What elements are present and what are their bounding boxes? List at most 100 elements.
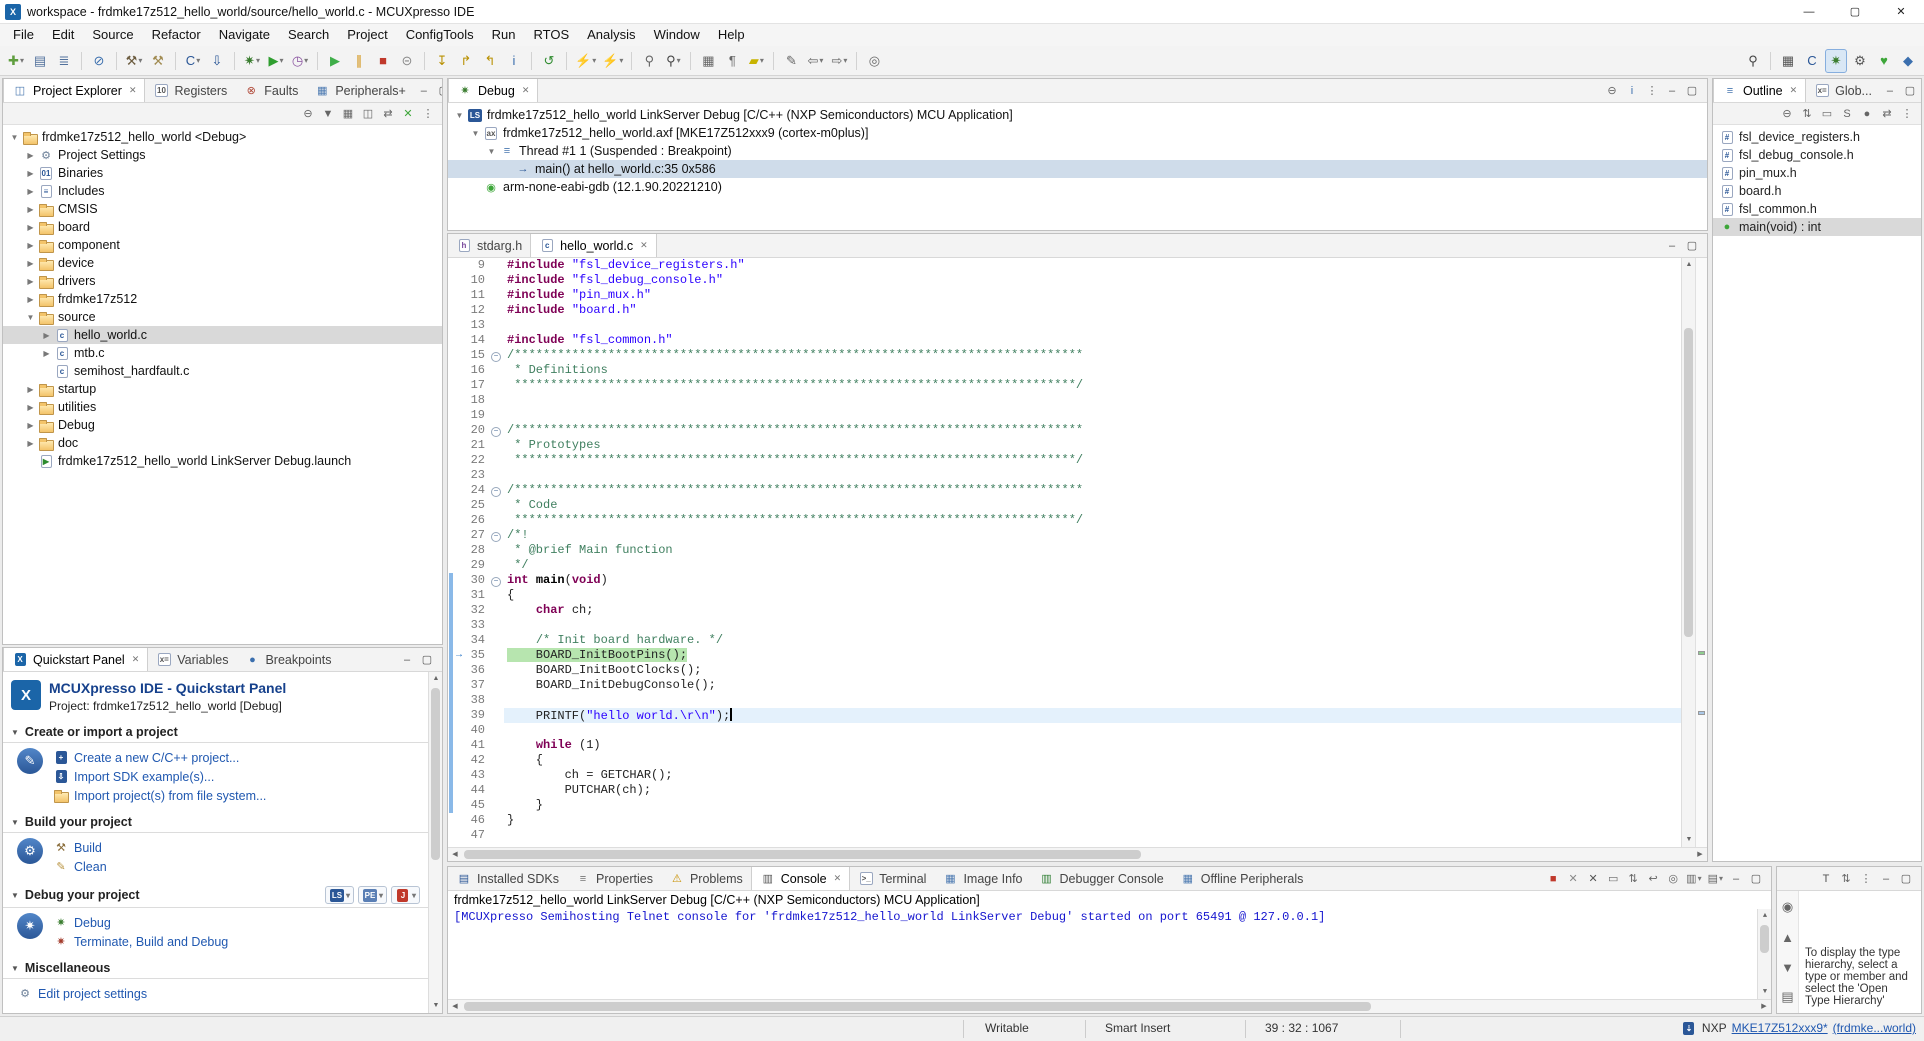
- collapse-arrow-icon[interactable]: ▼: [452, 111, 467, 120]
- console-output[interactable]: [MCUXpresso Semihosting Telnet console f…: [448, 909, 1771, 999]
- tree-item-frdmke17z512[interactable]: ▶frdmke17z512: [3, 290, 442, 308]
- code-line-39[interactable]: 39 PRINTF("hello world.\r\n");: [448, 708, 1681, 723]
- expand-arrow-icon[interactable]: ▶: [23, 439, 38, 448]
- scroll-up-icon[interactable]: ▲: [1682, 258, 1696, 272]
- tab-outline[interactable]: ≡Outline✕: [1713, 79, 1806, 102]
- code-line-40[interactable]: 40: [448, 723, 1681, 738]
- scrollbar-thumb[interactable]: [464, 1002, 1371, 1011]
- heart-icon[interactable]: ♥: [1873, 49, 1895, 73]
- code-line-19[interactable]: 19: [448, 408, 1681, 423]
- tab-stdarg-h[interactable]: hstdarg.h: [448, 234, 530, 257]
- word-wrap-icon[interactable]: ↩: [1644, 870, 1662, 888]
- outline-list[interactable]: #fsl_device_registers.h#fsl_debug_consol…: [1713, 125, 1921, 861]
- run-icon[interactable]: ▶▾: [265, 49, 287, 73]
- code-line-42[interactable]: 42 {: [448, 753, 1681, 768]
- clear-console-icon[interactable]: ▭: [1604, 870, 1622, 888]
- tree-item-startup[interactable]: ▶startup: [3, 380, 442, 398]
- sort-icon[interactable]: ⇅: [1837, 870, 1855, 888]
- expand-arrow-icon[interactable]: ▶: [39, 349, 54, 358]
- minimize-icon[interactable]: –: [1663, 237, 1681, 255]
- pin-editor-icon[interactable]: ◎: [863, 49, 885, 73]
- collapse-all-icon[interactable]: ⊖: [1778, 105, 1796, 123]
- code-line-30[interactable]: 30−int main(void): [448, 573, 1681, 588]
- display-selected-console-icon[interactable]: ▥▾: [1684, 870, 1703, 888]
- menu-configtools[interactable]: ConfigTools: [397, 24, 483, 46]
- code-line-9[interactable]: 9#include "fsl_device_registers.h": [448, 258, 1681, 273]
- outline-item-fsl-device-registers-h[interactable]: #fsl_device_registers.h: [1713, 128, 1921, 146]
- expand-arrow-icon[interactable]: ▶: [23, 205, 38, 214]
- scrollbar-thumb[interactable]: [464, 850, 1141, 859]
- tree-item-main-at-hello-world-c-35-0x586[interactable]: →main() at hello_world.c:35 0x586: [448, 160, 1707, 178]
- step-over-icon[interactable]: ↱: [455, 49, 477, 73]
- tab-console[interactable]: ▥Console✕: [751, 867, 850, 890]
- code-line-26[interactable]: 26 *************************************…: [448, 513, 1681, 528]
- quickstart-item-build[interactable]: ⚒Build: [53, 838, 107, 857]
- tree-item-arm-none-eabi-gdb-12-1-90-20221210[interactable]: ◉arm-none-eabi-gdb (12.1.90.20221210): [448, 178, 1707, 196]
- hide-non-public-icon[interactable]: ●: [1858, 105, 1876, 123]
- menu-analysis[interactable]: Analysis: [578, 24, 644, 46]
- section-header[interactable]: ▼Create or import a project: [3, 721, 428, 743]
- section-collapse-icon[interactable]: ▼: [11, 728, 19, 737]
- close-project-icon[interactable]: ✕: [399, 105, 417, 123]
- menu-refactor[interactable]: Refactor: [143, 24, 210, 46]
- maximize-window-button[interactable]: ▢: [1832, 0, 1878, 24]
- quickstart-scrollbar[interactable]: ▲ ▼: [428, 672, 442, 1013]
- maximize-icon[interactable]: ▢: [1683, 82, 1701, 100]
- section-collapse-icon[interactable]: ▼: [11, 891, 19, 900]
- restart-icon[interactable]: ↺: [538, 49, 560, 73]
- quickstart-item-import-project-s-from-file-system[interactable]: Import project(s) from file system...: [53, 786, 266, 805]
- code-line-10[interactable]: 10#include "fsl_debug_console.h": [448, 273, 1681, 288]
- remove-launch-icon[interactable]: ✕: [1564, 870, 1582, 888]
- tree-item-frdmke17z512-hello-world-axf-mke17z512xx[interactable]: ▼axfrdmke17z512_hello_world.axf [MKE17Z5…: [448, 124, 1707, 142]
- tab-problems[interactable]: ⚠Problems: [661, 867, 751, 890]
- hide-static-icon[interactable]: S: [1838, 105, 1856, 123]
- build-icon[interactable]: ⚒▾: [123, 49, 145, 73]
- menu-run[interactable]: Run: [483, 24, 525, 46]
- members-view-icon[interactable]: ▤: [1777, 985, 1799, 1009]
- scrollbar-thumb[interactable]: [1684, 328, 1693, 637]
- focus-type-icon[interactable]: ◉: [1777, 895, 1799, 919]
- collapse-arrow-icon[interactable]: ▼: [23, 313, 38, 322]
- shield-icon[interactable]: ◆: [1897, 49, 1919, 73]
- scroll-right-icon[interactable]: ▶: [1693, 848, 1707, 862]
- fold-collapse-icon[interactable]: −: [488, 528, 504, 543]
- section-collapse-icon[interactable]: ▼: [11, 818, 19, 827]
- develop-icon[interactable]: ⚙: [1849, 49, 1871, 73]
- skip-all-breakpoints-icon[interactable]: ⊘: [88, 49, 110, 73]
- scroll-down-icon[interactable]: ▼: [1682, 833, 1696, 847]
- code-line-35[interactable]: →35 BOARD_InitBootPins();: [448, 648, 1681, 663]
- open-console-icon[interactable]: ▤▾: [1706, 870, 1725, 888]
- tab-hello-world-c[interactable]: chello_world.c✕: [530, 234, 657, 257]
- expand-arrow-icon[interactable]: ▶: [23, 403, 38, 412]
- code-line-24[interactable]: 24−/************************************…: [448, 483, 1681, 498]
- instruction-stepping-icon[interactable]: i: [503, 49, 525, 73]
- save-icon[interactable]: ▤: [29, 49, 51, 73]
- target-project-link[interactable]: (frdmke...world): [1833, 1021, 1916, 1035]
- code-line-31[interactable]: 31{: [448, 588, 1681, 603]
- outline-item-fsl-common-h[interactable]: #fsl_common.h: [1713, 200, 1921, 218]
- collapse-all-icon[interactable]: ⊖: [299, 105, 317, 123]
- code-line-17[interactable]: 17 *************************************…: [448, 378, 1681, 393]
- collapse-arrow-icon[interactable]: ▼: [7, 133, 22, 142]
- maximize-icon[interactable]: ▢: [418, 651, 436, 669]
- tab-registers[interactable]: 10Registers: [145, 79, 235, 102]
- tab-debug[interactable]: ✷Debug✕: [448, 79, 538, 102]
- expand-arrow-icon[interactable]: ▶: [23, 241, 38, 250]
- subtypes-icon[interactable]: ▼: [1777, 955, 1799, 979]
- tab-installed-sdks[interactable]: ▤Installed SDKs: [448, 867, 567, 890]
- new-wizard-icon[interactable]: ✚▾: [5, 49, 27, 73]
- code-area[interactable]: 9#include "fsl_device_registers.h"10#inc…: [448, 258, 1681, 847]
- code-line-33[interactable]: 33: [448, 618, 1681, 633]
- new-c-project-icon[interactable]: C▾: [182, 49, 204, 73]
- menu-window[interactable]: Window: [645, 24, 709, 46]
- search-icon[interactable]: ⚲▾: [662, 49, 684, 73]
- tab-quickstart-panel[interactable]: XQuickstart Panel✕: [3, 648, 148, 671]
- tab-offline-peripherals[interactable]: ▦Offline Peripherals: [1172, 867, 1312, 890]
- fold-collapse-icon[interactable]: −: [488, 573, 504, 588]
- code-line-41[interactable]: 41 while (1): [448, 738, 1681, 753]
- code-line-12[interactable]: 12#include "board.h": [448, 303, 1681, 318]
- quick-search-icon[interactable]: ⚲: [1742, 49, 1764, 73]
- last-edit-location-icon[interactable]: ✎: [780, 49, 802, 73]
- cpp-perspective-icon[interactable]: C: [1801, 49, 1823, 73]
- close-icon[interactable]: ✕: [522, 85, 530, 96]
